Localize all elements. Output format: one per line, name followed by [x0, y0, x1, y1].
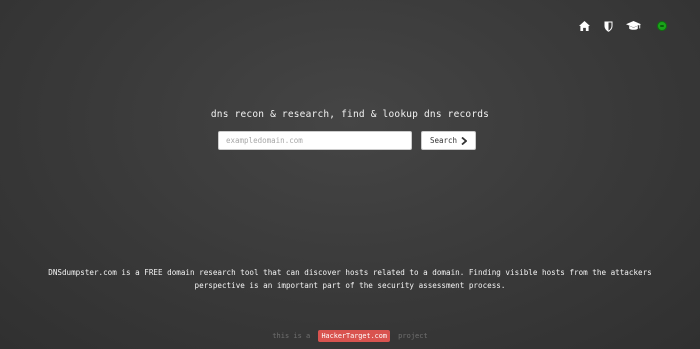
top-nav — [567, 19, 667, 33]
search-button[interactable]: Search — [421, 131, 476, 150]
tagline: dns recon & research, find & lookup dns … — [210, 109, 490, 120]
footer-suffix: project — [398, 332, 428, 340]
domain-search-input[interactable] — [218, 131, 412, 150]
search-button-label: Search — [429, 136, 458, 145]
status-dot[interactable] — [657, 21, 667, 31]
footer-prefix: this is a — [272, 332, 311, 340]
shield-icon[interactable] — [601, 19, 615, 33]
chevron-right-icon — [461, 136, 468, 145]
graduation-cap-icon[interactable] — [625, 19, 641, 33]
hackertarget-link[interactable]: HackerTarget.com — [318, 330, 390, 342]
site-description: DNSdumpster.com is a FREE domain researc… — [48, 268, 652, 290]
home-icon[interactable] — [577, 19, 591, 33]
footer: this is a HackerTarget.com project — [0, 330, 700, 342]
search-form: Search — [218, 131, 476, 150]
